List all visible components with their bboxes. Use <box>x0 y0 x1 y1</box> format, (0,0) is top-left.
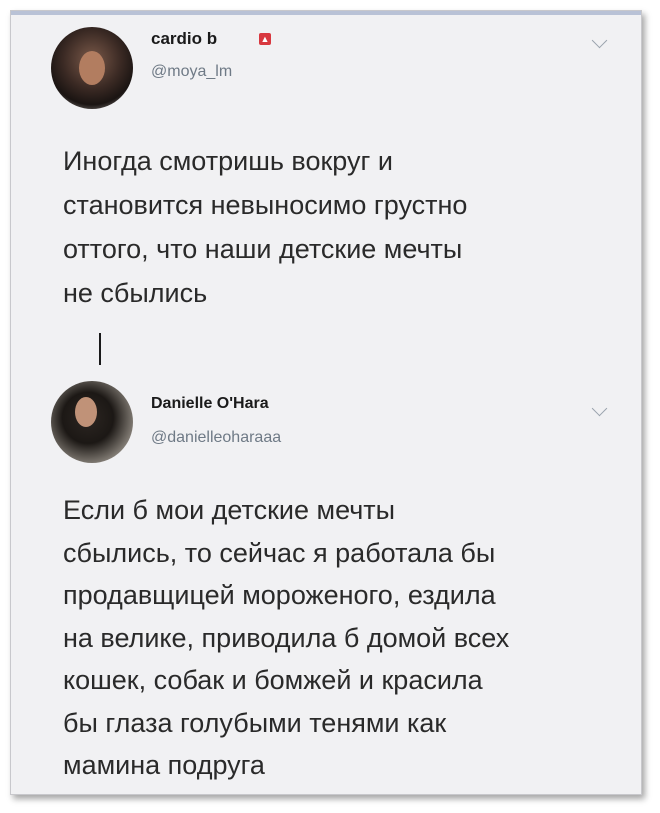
avatar-face <box>79 51 105 85</box>
thread-connector <box>99 333 101 365</box>
user-handle[interactable]: @moya_lm <box>151 63 232 81</box>
badge-icon: ▲ <box>259 33 271 45</box>
display-name[interactable]: cardio b <box>151 29 217 49</box>
chevron-down-icon[interactable] <box>591 400 608 417</box>
screenshot-frame: cardio b ▲ @moya_lm Иногда смотришь вокр… <box>10 10 642 795</box>
display-name[interactable]: Danielle O'Hara <box>151 395 269 413</box>
tweet-text: Если б мои детские мечты сбылись, то сей… <box>63 495 510 780</box>
tweet-1: cardio b ▲ @moya_lm Иногда смотришь вокр… <box>11 11 641 341</box>
tweet-text: Иногда смотришь вокруг и становится невы… <box>63 146 468 308</box>
avatar[interactable] <box>51 381 133 463</box>
tweet-2: Danielle O'Hara @danielleoharaaa Если б … <box>11 373 641 794</box>
avatar-face <box>75 397 97 427</box>
user-handle[interactable]: @danielleoharaaa <box>151 429 281 447</box>
avatar[interactable] <box>51 27 133 109</box>
chevron-down-icon[interactable] <box>591 32 608 49</box>
